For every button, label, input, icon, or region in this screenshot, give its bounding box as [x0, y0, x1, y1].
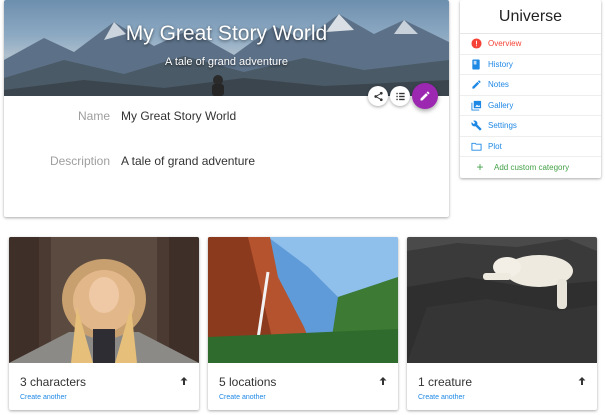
add-custom-category-button[interactable]: + Add custom category: [460, 157, 601, 178]
book-icon: [472, 59, 480, 70]
characters-card[interactable]: 3 characters Create another: [9, 237, 199, 410]
locations-image: [208, 237, 398, 363]
sidebar-item-label: Gallery: [488, 100, 514, 110]
photo-library-icon: [470, 100, 481, 111]
description-label: Description: [49, 154, 110, 168]
create-another-creature-link[interactable]: Create another: [418, 394, 465, 401]
list-icon: [395, 92, 405, 100]
sidebar-item-label: History: [488, 59, 513, 69]
arrow-up-icon[interactable]: [377, 375, 389, 387]
name-value: My Great Story World: [121, 109, 237, 123]
universe-card: My Great Story World A tale of grand adv…: [4, 0, 449, 217]
mountain-landscape-image: [4, 14, 449, 96]
sidebar-item-label: Settings: [488, 121, 517, 131]
sidebar-item-notes[interactable]: Notes: [460, 75, 601, 96]
description-value: A tale of grand adventure: [121, 154, 256, 168]
characters-image: [9, 237, 199, 363]
hiker-figure: [213, 75, 223, 85]
share-icon: [373, 91, 383, 101]
alert-circle-icon: [470, 38, 482, 49]
creatures-card[interactable]: 1 creature Create another: [407, 237, 597, 410]
add-custom-category-label: Add custom category: [494, 162, 570, 172]
sidebar-item-gallery[interactable]: Gallery: [460, 96, 601, 116]
canyon-waterfall-photo: [208, 237, 398, 363]
create-another-location-link[interactable]: Create another: [219, 394, 266, 401]
sidebar-item-label: Plot: [488, 141, 502, 151]
list-view-button[interactable]: [390, 86, 410, 106]
characters-count: 3 characters: [20, 375, 87, 389]
edit-universe-button[interactable]: [412, 83, 438, 109]
create-another-character-link[interactable]: Create another: [20, 394, 67, 401]
sidebar-item-settings[interactable]: Settings: [460, 116, 601, 137]
universe-subtitle: A tale of grand adventure: [165, 56, 288, 68]
sidebar-item-history[interactable]: History: [460, 55, 601, 75]
wrench-icon: [470, 120, 482, 131]
sidebar-item-label: Notes: [488, 80, 509, 90]
creatures-image: [407, 237, 597, 363]
universe-header-image: My Great Story World A tale of grand adv…: [4, 0, 449, 96]
universe-sidebar: Universe Overview History Notes Gallery …: [460, 0, 601, 178]
name-label: Name: [77, 109, 110, 123]
sidebar-item-label: Overview: [488, 39, 522, 49]
woman-in-fur-hood-photo: [9, 237, 199, 363]
arrow-up-icon[interactable]: [178, 375, 190, 387]
pencil-icon: [420, 91, 430, 101]
creatures-count: 1 creature: [418, 375, 473, 389]
sidebar-item-overview[interactable]: Overview: [460, 34, 601, 55]
plus-icon: +: [476, 160, 484, 175]
share-button[interactable]: [368, 86, 388, 106]
folder-icon: [470, 142, 482, 151]
polar-bear-on-rock-photo: [407, 237, 597, 363]
arrow-up-icon[interactable]: [576, 375, 588, 387]
sidebar-title: Universe: [460, 0, 601, 34]
locations-count: 5 locations: [219, 375, 277, 389]
universe-title: My Great Story World: [125, 22, 328, 45]
locations-card[interactable]: 5 locations Create another: [208, 237, 398, 410]
sidebar-item-plot[interactable]: Plot: [460, 137, 601, 157]
pencil-icon: [471, 80, 481, 89]
